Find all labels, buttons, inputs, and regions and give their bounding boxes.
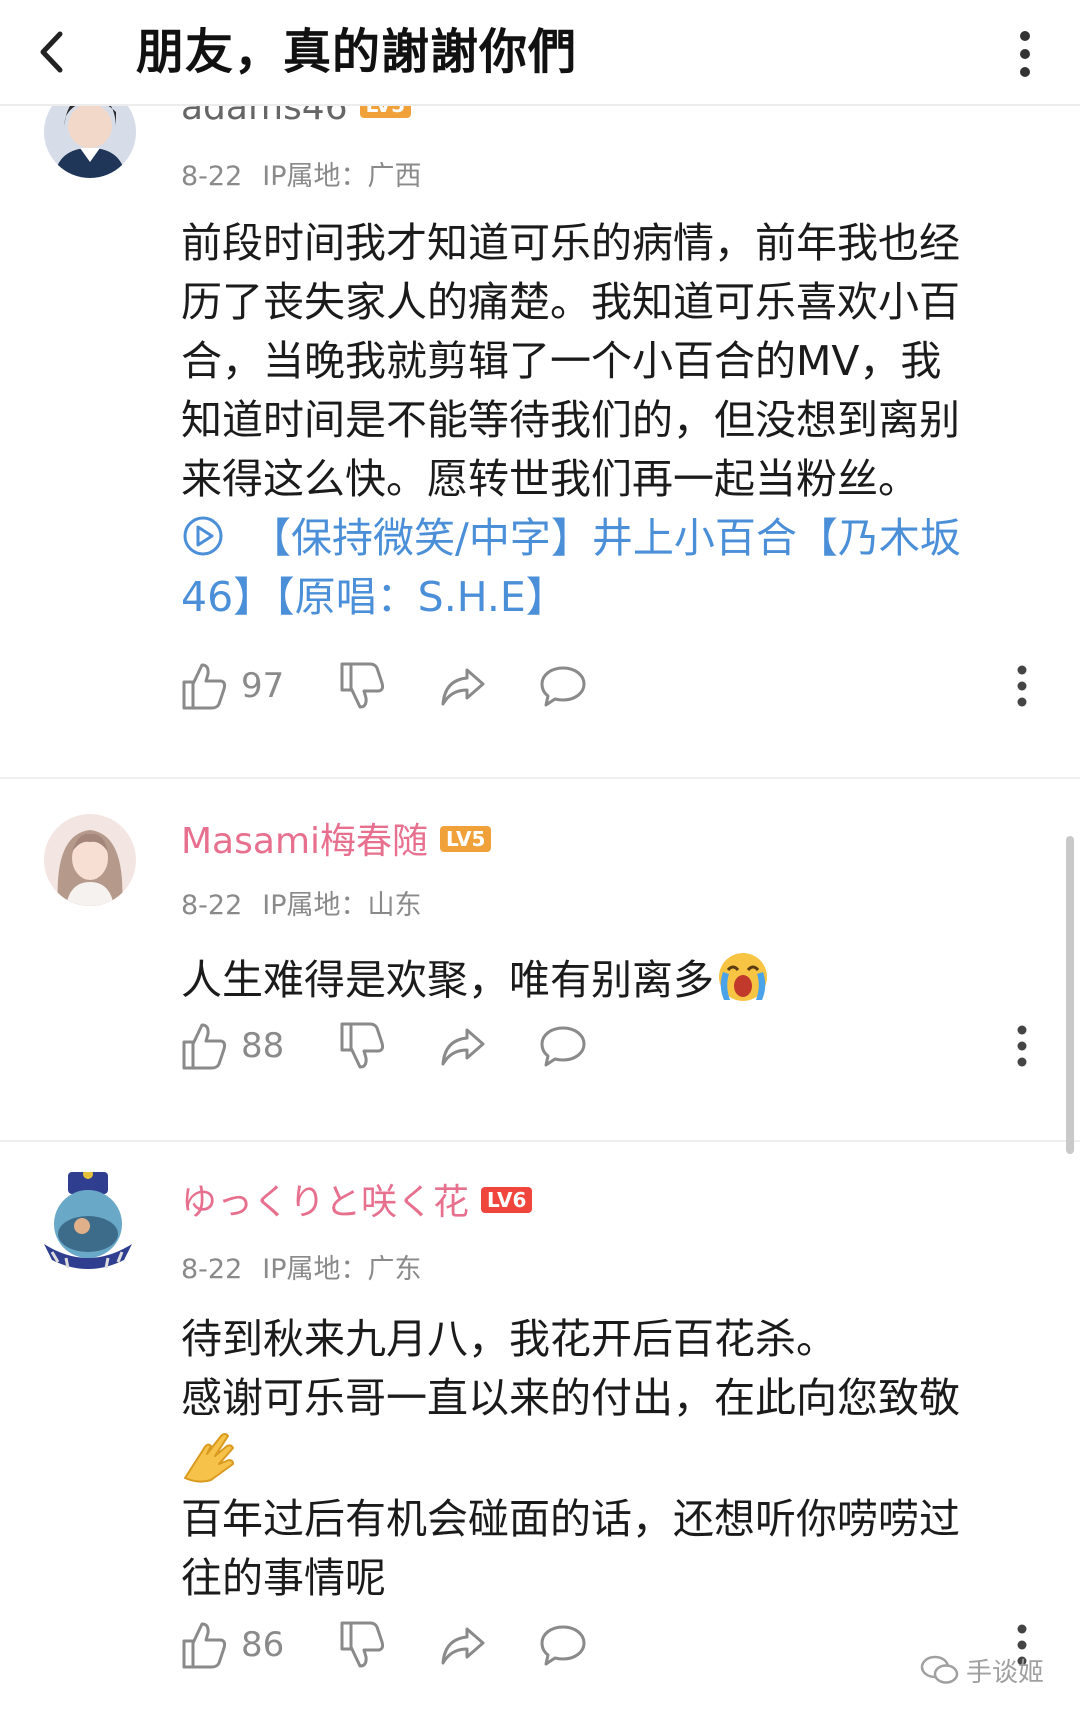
like-button[interactable]: 97 — [181, 656, 284, 716]
like-count: 97 — [241, 666, 285, 706]
like-count: 86 — [241, 1625, 285, 1665]
comment-date: 8-22 — [181, 161, 243, 192]
crying-face-emoji — [719, 953, 767, 1001]
dislike-button[interactable] — [339, 656, 385, 716]
divider — [0, 1140, 1080, 1142]
comment-bubble-icon — [540, 1026, 586, 1067]
like-button[interactable]: 88 — [181, 1016, 284, 1076]
thumbs-down-icon — [340, 1022, 385, 1069]
comment-actions: 97 — [181, 656, 1061, 716]
thumbs-down-icon — [340, 1621, 385, 1668]
comment-bubble-icon — [540, 666, 586, 707]
wechat-icon — [920, 1655, 959, 1684]
comment-meta: 8-22 IP属地：山东 — [181, 889, 422, 923]
thumbs-up-icon — [182, 663, 227, 710]
comment-bubble-icon — [540, 1625, 586, 1666]
reply-button[interactable] — [539, 656, 587, 716]
video-link[interactable]: 【保持微笑/中字】井上小百合【乃木坂 — [181, 509, 1041, 568]
comment-more-button[interactable] — [1007, 656, 1037, 716]
video-link-continued[interactable]: 46】【原唱：S.H.E】 — [181, 568, 1041, 627]
page-title: 朋友，真的謝謝你們 — [136, 24, 578, 80]
share-button[interactable] — [439, 656, 487, 716]
thumbs-up-icon — [182, 1622, 227, 1669]
username[interactable]: ゆっくりと咲く花 LV6 — [181, 1179, 533, 1227]
comment-text: 前段时间我才知道可乐的病情，前年我也经 历了丧失家人的痛楚。我知道可乐喜欢小百 … — [181, 214, 1041, 627]
comment-text: 人生难得是欢聚，唯有别离多 — [181, 946, 1041, 1010]
divider — [0, 777, 1080, 779]
like-button[interactable]: 86 — [181, 1615, 284, 1675]
comment-more-button[interactable] — [1007, 1016, 1037, 1076]
reply-button[interactable] — [539, 1615, 587, 1675]
comment-date: 8-22 — [181, 1254, 243, 1285]
more-options-button[interactable] — [1000, 14, 1050, 90]
dislike-button[interactable] — [339, 1016, 385, 1076]
comment-meta: 8-22 IP属地：广西 — [181, 160, 422, 194]
share-icon — [441, 668, 485, 706]
comment-actions: 88 — [181, 1016, 1061, 1076]
comment-text: 待到秋来九月八，我花开后百花杀。 感谢可乐哥一直以来的付出，在此向您致敬 百年过… — [181, 1315, 960, 1602]
comment-date: 8-22 — [181, 890, 243, 921]
more-vertical-icon — [1020, 31, 1030, 77]
comment-meta: 8-22 IP属地：广东 — [181, 1253, 422, 1287]
back-arrow-icon — [40, 31, 63, 73]
avatar[interactable] — [44, 814, 136, 906]
thumbs-up-icon — [182, 1023, 227, 1070]
share-button[interactable] — [439, 1016, 487, 1076]
salute-hand-emoji — [184, 1433, 234, 1483]
avatar[interactable] — [44, 1169, 136, 1269]
back-button[interactable] — [30, 14, 106, 90]
thumbs-down-icon — [340, 662, 385, 709]
more-vertical-icon — [1017, 665, 1027, 707]
play-icon — [183, 516, 223, 556]
like-count: 88 — [241, 1026, 285, 1066]
share-button[interactable] — [439, 1615, 487, 1675]
top-bar: 朋友，真的謝謝你們 — [0, 0, 1080, 106]
share-icon — [441, 1627, 485, 1665]
ip-location: IP属地：广西 — [262, 161, 422, 192]
username[interactable]: Masami梅春随 LV5 — [181, 818, 492, 866]
watermark: 手谈姬 — [920, 1650, 1044, 1690]
ip-location: IP属地：广东 — [262, 1254, 422, 1285]
reply-button[interactable] — [539, 1016, 587, 1076]
level-badge: LV6 — [481, 1187, 533, 1213]
share-icon — [441, 1028, 485, 1066]
dislike-button[interactable] — [339, 1615, 385, 1675]
scrollbar[interactable] — [1066, 836, 1074, 1154]
more-vertical-icon — [1017, 1025, 1027, 1067]
level-badge: LV5 — [440, 826, 492, 852]
ip-location: IP属地：山东 — [262, 890, 422, 921]
